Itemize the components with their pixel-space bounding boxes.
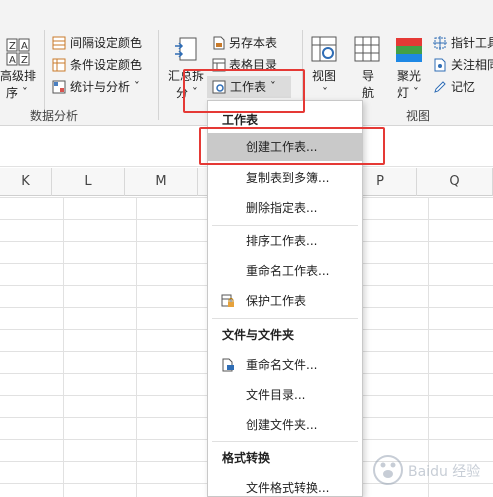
focus-related-label: 关注相同 <box>451 58 493 72</box>
lock-icon <box>221 294 234 307</box>
navigation-label: 导 <box>362 69 375 83</box>
menu-divider <box>212 441 358 442</box>
file-rename-icon <box>222 358 234 372</box>
menu-section-files: 文件与文件夹 <box>222 328 295 342</box>
menu-item-rename-file[interactable]: 重命名文件... <box>208 351 362 379</box>
save-sheet-label: 另存本表 <box>229 36 278 50</box>
rename-file-label: 重命名文件... <box>246 358 318 372</box>
sort-az-icon: Z A A Z <box>6 38 30 66</box>
sort-sheet-label: 排序工作表... <box>246 234 318 248</box>
navigation-grid-icon <box>354 36 380 62</box>
copy-sheet-label: 复制表到多簿... <box>246 171 330 185</box>
create-folder-label: 创建文件夹... <box>246 418 318 432</box>
menu-item-rename-sheet[interactable]: 重命名工作表... <box>208 257 362 285</box>
svg-text:Z: Z <box>21 55 28 66</box>
menu-divider <box>212 225 358 226</box>
split-arrows-icon <box>175 37 197 61</box>
advanced-sort-label-2: 序 ˇ <box>6 86 28 100</box>
column-header-q[interactable]: Q <box>417 168 493 196</box>
spotlight-label: 聚光 <box>397 69 422 83</box>
data-analysis-group-label: 数据分析 <box>30 109 79 123</box>
navigation-label-2: 航 <box>362 86 375 100</box>
file-catalog-label: 文件目录... <box>246 388 306 402</box>
spotlight-label-2: 灯 ˇ <box>397 86 419 100</box>
view-magnifier-icon <box>311 36 337 62</box>
stats-grid-icon <box>52 80 66 94</box>
menu-item-delete-sheet[interactable]: 删除指定表... <box>208 194 362 222</box>
spotlight-colorbar-icon <box>396 38 422 62</box>
interval-color-label: 间隔设定颜色 <box>70 36 143 50</box>
condition-color-label: 条件设定颜色 <box>70 58 143 72</box>
note-label: 记忆 <box>451 80 476 94</box>
svg-text:A: A <box>21 41 28 52</box>
column-header-l[interactable]: L <box>52 168 125 196</box>
menu-item-copy-sheet[interactable]: 复制表到多簿... <box>208 164 362 192</box>
rename-sheet-label: 重命名工作表... <box>246 264 330 278</box>
menu-item-file-format[interactable]: 文件格式转换... <box>208 474 362 497</box>
menu-section-worksheet: 工作表 <box>222 113 259 127</box>
highlight-create-sheet <box>199 127 385 165</box>
menu-section-format: 格式转换 <box>222 451 271 465</box>
crosshair-icon <box>433 36 447 50</box>
protect-sheet-label: 保护工作表 <box>246 294 307 308</box>
svg-text:A: A <box>9 55 16 66</box>
interval-color-icon <box>52 36 66 50</box>
document-icon <box>213 36 225 50</box>
highlight-worksheet-button <box>183 69 305 113</box>
menu-divider <box>212 318 358 319</box>
menu-item-protect-sheet[interactable]: 保护工作表 <box>208 287 362 315</box>
file-format-label: 文件格式转换... <box>246 481 330 495</box>
view-group-label: 视图 <box>406 109 431 123</box>
edit-note-icon <box>434 81 446 93</box>
column-header-m[interactable]: M <box>125 168 198 196</box>
focus-document-icon <box>434 58 446 72</box>
stats-analysis-label: 统计与分析 ˇ <box>70 80 140 94</box>
view-label: 视图 <box>312 69 337 83</box>
menu-item-create-folder[interactable]: 创建文件夹... <box>208 411 362 439</box>
baidu-watermark-logo: Baidu 经验 <box>373 455 480 485</box>
menu-item-sort-sheet[interactable]: 排序工作表... <box>208 227 362 255</box>
advanced-sort-label: 高级排 <box>0 69 37 83</box>
svg-text:Z: Z <box>9 41 16 52</box>
view-label-2: ˇ <box>322 86 328 100</box>
pointer-tool-label: 指针工具 <box>451 36 493 50</box>
svg-text:Baidu 经验: Baidu 经验 <box>408 464 480 480</box>
ribbon-separator <box>158 30 159 120</box>
column-header-k[interactable]: K <box>0 168 52 196</box>
delete-sheet-label: 删除指定表... <box>246 201 318 215</box>
condition-color-icon <box>52 58 66 72</box>
menu-item-file-catalog[interactable]: 文件目录... <box>208 381 362 409</box>
